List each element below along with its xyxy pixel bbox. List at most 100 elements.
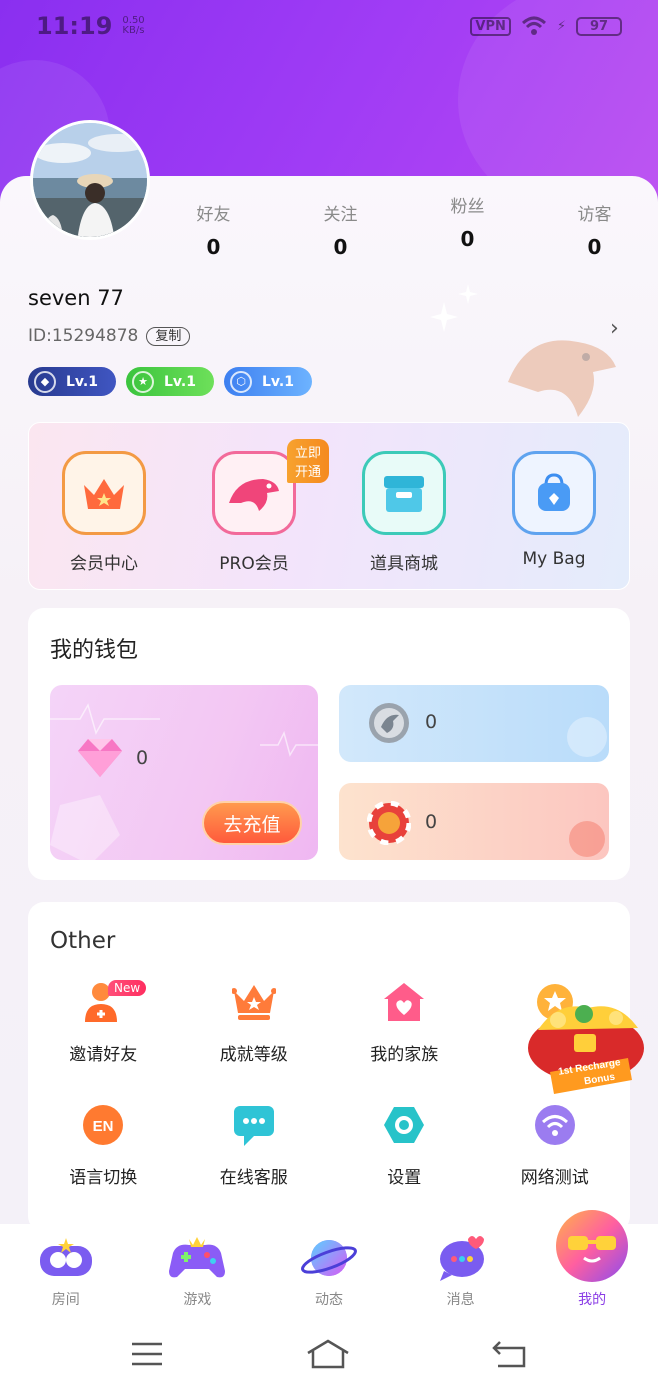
recharge-button[interactable]: 去充值 [202,801,302,845]
tab-room[interactable]: 房间 [0,1224,132,1319]
tab-messages[interactable]: 消息 [395,1224,527,1319]
stat-label: 好友 [196,205,231,225]
chip-decoration [569,821,605,857]
stat-label: 粉丝 [450,197,485,217]
wallet-title: 我的钱包 [50,638,139,663]
level-badge-wealth[interactable]: ◆ Lv.1 [28,367,116,396]
silver-coin-icon [369,703,409,743]
home-icon[interactable] [305,1339,351,1369]
coin-balance-card[interactable]: 0 [339,685,609,762]
other-item-label: 在线客服 [219,1168,288,1188]
other-item-settings[interactable]: 设置 [329,1101,480,1188]
first-recharge-bonus-banner[interactable]: 1st Recharge Bonus [518,990,654,1096]
other-item-label: 语言切换 [69,1168,138,1188]
service-my-bag[interactable]: My Bag [479,423,629,589]
chat-icon [230,1101,278,1149]
status-time: 11:19 [36,12,113,40]
pulse-decoration [50,703,318,757]
menu-icon[interactable] [130,1341,164,1367]
avatar[interactable] [30,120,150,240]
poker-chip-icon [367,801,411,845]
tab-label: 动态 [314,1292,343,1308]
service-pro-member[interactable]: PRO会员 立即开通 [179,423,329,589]
message-icon [431,1231,491,1285]
chip-balance-card[interactable]: 0 [339,783,609,860]
shop-icon [362,451,446,535]
new-tag: New [108,980,147,996]
system-nav-bar [0,1319,658,1389]
charging-icon: ⚡ [556,18,566,34]
other-item-online-support[interactable]: 在线客服 [179,1101,330,1188]
tab-me[interactable]: 我的 [526,1210,658,1319]
services-panel: 会员中心 PRO会员 立即开通 道具商城 My Bag [28,422,630,590]
username: seven 77 [28,286,124,310]
tab-label: 房间 [51,1292,80,1308]
user-id: ID:15294878 [28,326,139,346]
other-item-label: 我的家族 [370,1045,439,1065]
diamond-balance-card[interactable]: 0 去充值 [50,685,318,860]
other-item-label: 邀请好友 [69,1045,138,1065]
coin-amount: 0 [425,711,438,733]
svg-text:EN: EN [93,1118,114,1135]
stat-value: 0 [206,235,221,259]
service-vip-center[interactable]: 会员中心 [29,423,179,589]
bottom-tab-bar: 房间 游戏 动态 消息 我的 [0,1210,658,1319]
other-item-my-family[interactable]: 我的家族 [329,978,480,1065]
stat-visitors[interactable]: 访客 0 [531,200,658,259]
battery-level: 97 [576,16,622,36]
wallet-panel: 我的钱包 0 去充值 0 0 [28,608,630,880]
sparkle-icon [430,284,478,332]
status-bar: 11:19 0.50 KB/s VPN ⚡ 97 [0,0,658,52]
badge-label: Lv.1 [66,373,98,390]
service-label: PRO会员 [219,554,289,574]
service-label: My Bag [522,549,586,569]
eagle-icon [212,451,296,535]
other-item-label: 网络测试 [520,1168,589,1188]
coin-decoration [567,717,607,757]
user-id-row: ID:15294878 复制 [28,326,191,346]
star-icon: ★ [132,370,154,393]
net-speed: 0.50 KB/s [122,16,144,36]
tab-games[interactable]: 游戏 [132,1224,264,1319]
service-label: 道具商城 [370,554,438,574]
other-item-network-test[interactable]: 网络测试 [480,1101,631,1188]
badge-label: Lv.1 [164,373,196,390]
badge-label: Lv.1 [262,373,294,390]
other-item-language[interactable]: EN 语言切换 [28,1101,179,1188]
other-item-invite-friends[interactable]: 邀请好友 New [28,978,179,1065]
wifi-status-icon [521,16,546,35]
tab-label: 消息 [446,1292,475,1308]
tab-moments[interactable]: 动态 [263,1224,395,1319]
hexagon-icon: ⬡ [230,370,252,393]
house-heart-icon [380,978,428,1026]
stat-label: 访客 [577,205,612,225]
net-speed-unit: KB/s [122,25,145,36]
stat-following[interactable]: 关注 0 [277,200,404,259]
language-en-icon: EN [79,1101,127,1149]
copy-id-button[interactable]: 复制 [146,326,191,346]
back-icon[interactable] [491,1340,528,1368]
service-label: 会员中心 [70,554,138,574]
stat-friends[interactable]: 好友 0 [150,200,277,259]
chip-amount: 0 [425,811,438,833]
level-badge-charm[interactable]: ★ Lv.1 [126,367,214,396]
level-badge-activity[interactable]: ⬡ Lv.1 [224,367,312,396]
stat-value: 0 [587,235,602,259]
wifi-icon [531,1101,579,1149]
crown-icon [62,451,146,535]
other-item-label: 成就等级 [219,1045,288,1065]
stat-value: 0 [460,227,475,251]
room-icon [36,1231,96,1285]
open-now-tag[interactable]: 立即开通 [287,439,329,483]
gamepad-icon [167,1231,227,1285]
crown-icon [230,978,278,1026]
service-item-shop[interactable]: 道具商城 [329,423,479,589]
other-title: Other [50,928,116,954]
stat-value: 0 [333,235,348,259]
other-item-achievement-level[interactable]: 成就等级 [179,978,330,1065]
eagle-decoration-icon [508,340,616,417]
stat-fans[interactable]: 粉丝 0 [404,192,531,259]
planet-icon [299,1231,359,1285]
bag-icon [512,451,596,535]
stat-label: 关注 [323,205,358,225]
